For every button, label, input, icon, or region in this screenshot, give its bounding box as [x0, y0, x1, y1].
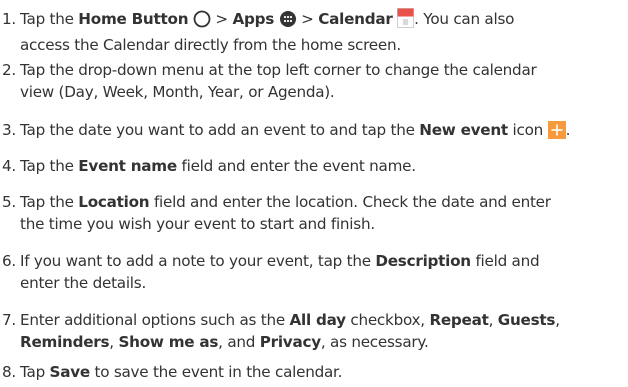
keyword-guests: Guests [497, 311, 556, 329]
text-run: Tap the date you want to add an event to… [20, 121, 420, 139]
text-run: Tap the [20, 193, 79, 211]
step-number: 4. [2, 157, 16, 175]
keyword-repeat: Repeat [429, 311, 489, 329]
step-line: Reminders, Show me as, and Privacy, as n… [20, 331, 626, 353]
text-run: > [296, 10, 319, 28]
step-line: the time you wish your event to start an… [20, 215, 375, 233]
step-number: 6. [2, 252, 16, 270]
step-line: If you want to add a note to your event,… [20, 250, 626, 272]
keyword-save: Save [49, 363, 91, 381]
text-run: field and enter the event name. [176, 157, 416, 175]
text-run: , [555, 311, 560, 329]
keyword-location: Location [78, 193, 150, 211]
step-line: enter the details. [20, 274, 147, 292]
step-text: If you want to add a note to your event,… [20, 250, 626, 294]
step-number: 8. [2, 363, 16, 381]
home-circle-icon [193, 10, 211, 34]
step-text: Tap the Home Button > Apps > Calendar . … [20, 8, 626, 56]
keyword-reminders: Reminders [20, 333, 110, 351]
step-line: Enter additional options such as the All… [20, 309, 626, 331]
keyword-apps: Apps [232, 10, 275, 28]
step-line: Tap the Location field and enter the loc… [20, 191, 626, 213]
step-line: view (Day, Week, Month, Year, or Agenda)… [20, 83, 335, 101]
keyword-home-button: Home Button [78, 10, 189, 28]
keyword-new-event: New event [419, 121, 508, 139]
step-number: 1. [2, 10, 16, 28]
text-run: field and enter the location. Check the … [149, 193, 551, 211]
text-run: . You can also [414, 10, 515, 28]
step-line: Tap the Home Button > Apps > Calendar . … [20, 8, 626, 34]
step-line: Tap the drop-down menu at the top left c… [20, 61, 537, 79]
step-number: 7. [2, 311, 16, 329]
step-line: access the Calendar directly from the ho… [20, 36, 401, 54]
step-line: Tap the date you want to add an event to… [20, 119, 626, 145]
text-run: to save the event in the calendar. [89, 363, 343, 381]
step-text: Tap the date you want to add an event to… [20, 119, 626, 145]
step-number: 3. [2, 121, 16, 139]
step-text: Tap Save to save the event in the calend… [20, 361, 626, 383]
text-run: field and [470, 252, 540, 270]
step-text: Tap the Location field and enter the loc… [20, 191, 626, 235]
step-number: 2. [2, 61, 16, 79]
text-run: Tap the [20, 157, 79, 175]
text-run: Tap [20, 363, 50, 381]
calendar-app-icon [397, 8, 415, 34]
keyword-event-name: Event name [78, 157, 177, 175]
step-text: Tap the drop-down menu at the top left c… [20, 59, 626, 103]
step-line: Tap the Event name field and enter the e… [20, 155, 626, 177]
text-run: checkbox, [345, 311, 430, 329]
keyword-calendar: Calendar [318, 10, 393, 28]
step-text: Enter additional options such as the All… [20, 309, 626, 353]
step-number: 5. [2, 193, 16, 211]
apps-grid-icon [279, 10, 297, 34]
text-run: , and [218, 333, 260, 351]
keyword-all-day: All day [289, 311, 347, 329]
text-run: > [210, 10, 233, 28]
plus-icon [547, 121, 566, 145]
text-run: . [565, 121, 571, 139]
text-run: icon [507, 121, 548, 139]
step-text: Tap the Event name field and enter the e… [20, 155, 626, 177]
keyword-show-me-as: Show me as [118, 333, 219, 351]
keyword-privacy: Privacy [259, 333, 321, 351]
text-run: Tap the [20, 10, 79, 28]
text-run: Enter additional options such as the [20, 311, 290, 329]
text-run: , [488, 311, 498, 329]
text-run: If you want to add a note to your event,… [20, 252, 376, 270]
step-line: Tap Save to save the event in the calend… [20, 361, 626, 383]
text-run: , as necessary. [320, 333, 429, 351]
keyword-description: Description [375, 252, 471, 270]
